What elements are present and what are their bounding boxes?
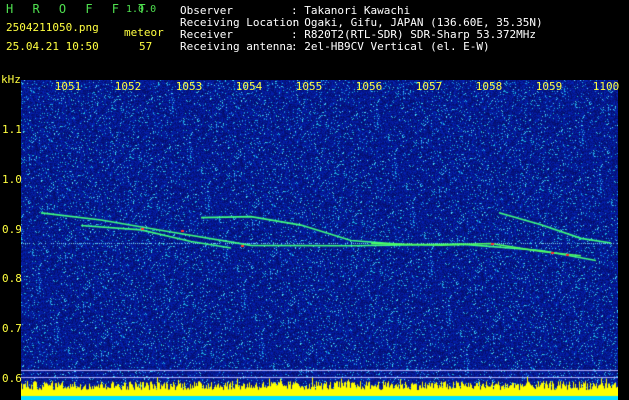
antenna-value: : 2el-HB9CV Vertical (el. E-W) — [291, 40, 490, 53]
x-tick-label: 1053 — [175, 80, 203, 93]
x-tick-label: 1051 — [54, 80, 82, 93]
x-tick-label: 1056 — [355, 80, 383, 93]
spectrogram-canvas — [21, 80, 618, 400]
x-tick-label: 1059 — [535, 80, 563, 93]
y-tick-label: 0.8 — [2, 272, 22, 285]
y-axis-unit: kHz — [1, 73, 21, 86]
x-tick-label: 1052 — [114, 80, 142, 93]
x-tick-label: 1055 — [295, 80, 323, 93]
y-tick-label: 1.1 — [2, 123, 22, 136]
capture-datetime: 25.04.21 10:50 — [6, 40, 99, 53]
image-filename: 2504211050.png — [6, 21, 99, 34]
y-tick-label: 0.7 — [2, 322, 22, 335]
hrofft-window: H R O F F T 1.0.0 2504211050.png 25.04.2… — [0, 0, 629, 400]
app-version: 1.0.0 — [126, 4, 157, 15]
x-tick-label: 1057 — [415, 80, 443, 93]
meteor-label: meteor — [124, 26, 164, 39]
meteor-count: 57 — [139, 40, 153, 53]
y-tick-label: 0.9 — [2, 223, 22, 236]
x-tick-label: 1054 — [235, 80, 263, 93]
y-tick-label: 0.6 — [2, 372, 22, 385]
x-tick-label: 1058 — [475, 80, 503, 93]
y-tick-label: 1.0 — [2, 173, 22, 186]
x-tick-label: 1100 — [592, 80, 620, 93]
antenna-label: Receiving antenna — [180, 40, 293, 53]
